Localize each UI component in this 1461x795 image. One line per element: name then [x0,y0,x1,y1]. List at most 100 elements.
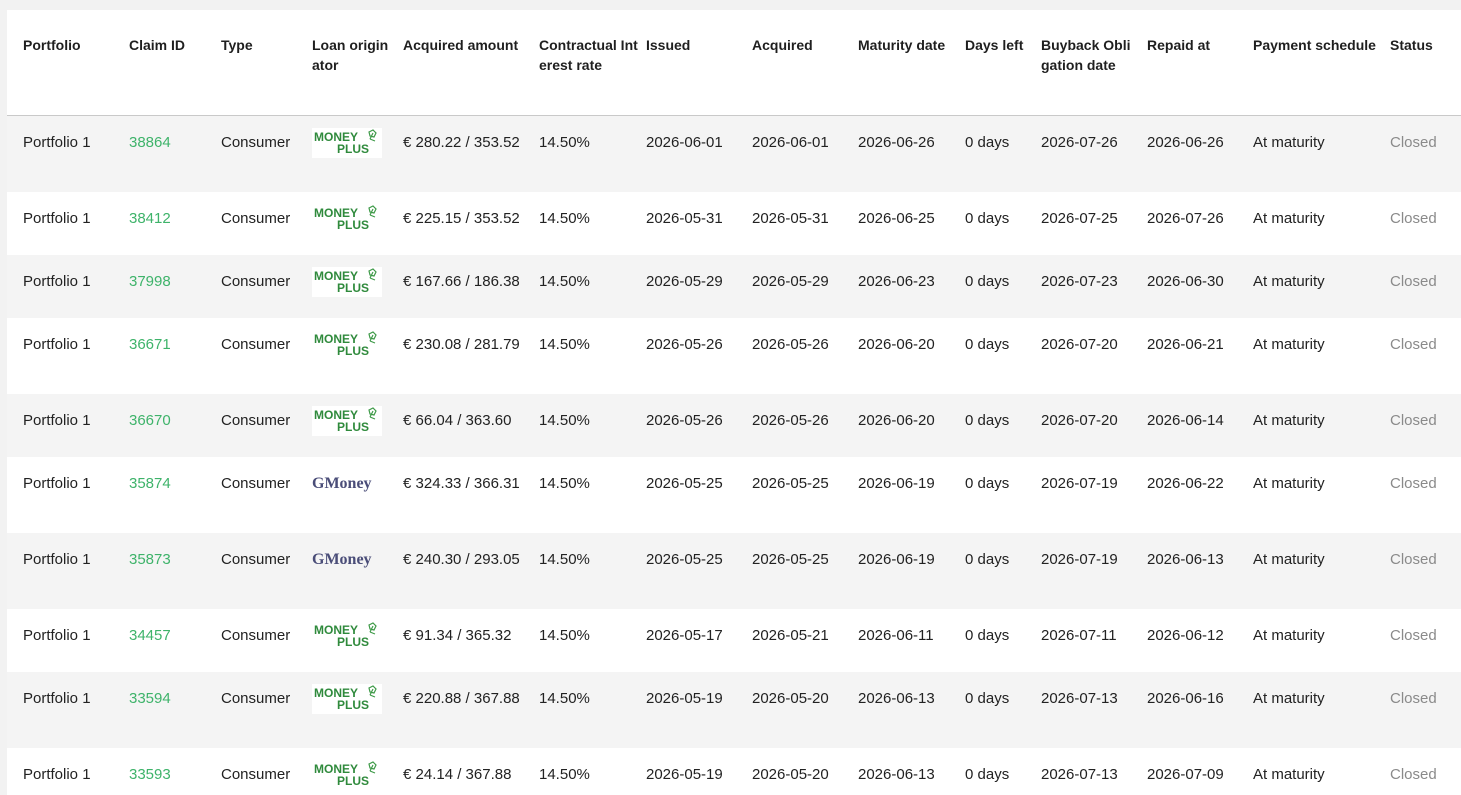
loan-originator: MONEY PLUS [312,760,382,794]
table-cell: Closed [1390,116,1461,193]
cell-acquired: 2026-05-26 [752,336,829,353]
table-row[interactable]: Portfolio 1 35874 Consumer GMoney € 324.33… [7,457,1461,533]
claim-id-link[interactable]: 34457 [129,627,171,644]
cell-maturity-date: 2026-06-25 [858,210,935,227]
table-cell: 2026-06-23 [858,255,965,318]
table-cell: 2026-07-11 [1041,609,1147,672]
claims-table: Portfolio Claim ID Type Loan originator … [7,10,1461,795]
cell-acquired: 2026-05-31 [752,210,829,227]
cell-type: Consumer [221,336,291,353]
loan-originator: MONEY PLUS [312,267,382,301]
table-cell: 2026-07-23 [1041,255,1147,318]
table-cell: 2026-05-31 [752,192,858,255]
table-row[interactable]: Portfolio 1 35873 Consumer GMoney € 240.30… [7,533,1461,609]
table-cell: Closed [1390,255,1461,318]
table-cell: € 280.22 / 353.52 [403,116,539,193]
table-cell: GMoney [312,533,403,609]
svg-text:PLUS: PLUS [337,698,369,712]
cell-interest-rate: 14.50% [539,766,590,783]
table-cell: 2026-07-09 [1147,748,1253,795]
svg-text:PLUS: PLUS [337,420,369,434]
cell-type: Consumer [221,412,291,429]
table-cell: MONEY PLUS [312,255,403,318]
header-acquired: Acquired [752,10,858,116]
table-cell: At maturity [1253,748,1390,795]
table-cell: 2026-06-01 [646,116,752,193]
claim-id-link[interactable]: 38864 [129,134,171,151]
cell-maturity-date: 2026-06-13 [858,690,935,707]
claim-id-link[interactable]: 36670 [129,412,171,429]
cell-interest-rate: 14.50% [539,627,590,644]
svg-text:PLUS: PLUS [337,281,369,295]
cell-days-left: 0 days [965,627,1010,644]
table-cell: 14.50% [539,672,646,748]
status-text: Closed [1390,627,1437,644]
table-cell: 2026-07-20 [1041,394,1147,457]
header-portfolio: Portfolio [7,10,129,116]
table-cell: Consumer [221,318,312,394]
table-cell: 2026-05-25 [646,533,752,609]
loan-originator: GMoney [312,551,382,579]
table-cell: MONEY PLUS [312,748,403,795]
table-row[interactable]: Portfolio 1 38412 Consumer MONEY PLUS € 22… [7,192,1461,255]
cell-repaid-at: 2026-06-30 [1147,273,1224,290]
table-cell: 14.50% [539,318,646,394]
table-row[interactable]: Portfolio 1 37998 Consumer MONEY PLUS € 16… [7,255,1461,318]
cell-interest-rate: 14.50% [539,134,590,151]
table-body: Portfolio 1 38864 Consumer MONEY PLUS € 28… [7,115,1461,795]
claim-id-link[interactable]: 33594 [129,690,171,707]
cell-acquired-amount: € 324.33 / 366.31 [403,475,520,492]
cell-buyback-date: 2026-07-25 [1041,210,1118,227]
loan-originator: MONEY PLUS [312,204,382,238]
table-cell: MONEY PLUS [312,672,403,748]
table-cell: 2026-05-19 [646,748,752,795]
table-cell: 2026-07-19 [1041,533,1147,609]
cell-payment-schedule: At maturity [1253,475,1325,492]
cell-maturity-date: 2026-06-13 [858,766,935,783]
table-cell: At maturity [1253,457,1390,533]
cell-payment-schedule: At maturity [1253,134,1325,151]
table-cell: 36670 [129,394,221,457]
cell-maturity-date: 2026-06-19 [858,475,935,492]
cell-issued: 2026-05-19 [646,766,723,783]
claim-id-link[interactable]: 33593 [129,766,171,783]
cell-days-left: 0 days [965,551,1010,568]
table-cell: € 240.30 / 293.05 [403,533,539,609]
table-cell: 0 days [965,255,1041,318]
cell-interest-rate: 14.50% [539,210,590,227]
claim-id-link[interactable]: 35874 [129,475,171,492]
claim-id-link[interactable]: 35873 [129,551,171,568]
table-cell: 2026-06-26 [858,116,965,193]
cell-interest-rate: 14.50% [539,475,590,492]
table-cell: 33594 [129,672,221,748]
table-row[interactable]: Portfolio 1 36671 Consumer MONEY PLUS € 23… [7,318,1461,394]
cell-type: Consumer [221,690,291,707]
table-row[interactable]: Portfolio 1 33593 Consumer MONEY PLUS € 24… [7,748,1461,795]
table-cell: 38864 [129,116,221,193]
table-cell: 2026-06-19 [858,533,965,609]
cell-maturity-date: 2026-06-19 [858,551,935,568]
table-cell: Consumer [221,672,312,748]
table-row[interactable]: Portfolio 1 36670 Consumer MONEY PLUS € 66… [7,394,1461,457]
claim-id-link[interactable]: 36671 [129,336,171,353]
cell-issued: 2026-05-26 [646,412,723,429]
table-row[interactable]: Portfolio 1 33594 Consumer MONEY PLUS € 22… [7,672,1461,748]
cell-portfolio: Portfolio 1 [23,336,91,353]
table-row[interactable]: Portfolio 1 38864 Consumer MONEY PLUS € 28… [7,115,1461,193]
claim-id-link[interactable]: 38412 [129,210,171,227]
cell-repaid-at: 2026-06-14 [1147,412,1224,429]
table-cell: € 225.15 / 353.52 [403,192,539,255]
claim-id-link[interactable]: 37998 [129,273,171,290]
table-cell: 14.50% [539,192,646,255]
table-row[interactable]: Portfolio 1 34457 Consumer MONEY PLUS € 91… [7,609,1461,672]
table-cell: € 24.14 / 367.88 [403,748,539,795]
cell-maturity-date: 2026-06-26 [858,134,935,151]
cell-repaid-at: 2026-06-26 [1147,134,1224,151]
cell-repaid-at: 2026-07-09 [1147,766,1224,783]
table-cell: At maturity [1253,116,1390,193]
cell-issued: 2026-05-25 [646,551,723,568]
loan-originator: MONEY PLUS [312,406,382,440]
cell-buyback-date: 2026-07-13 [1041,690,1118,707]
table-cell: 2026-07-25 [1041,192,1147,255]
table-cell: Portfolio 1 [7,255,129,318]
